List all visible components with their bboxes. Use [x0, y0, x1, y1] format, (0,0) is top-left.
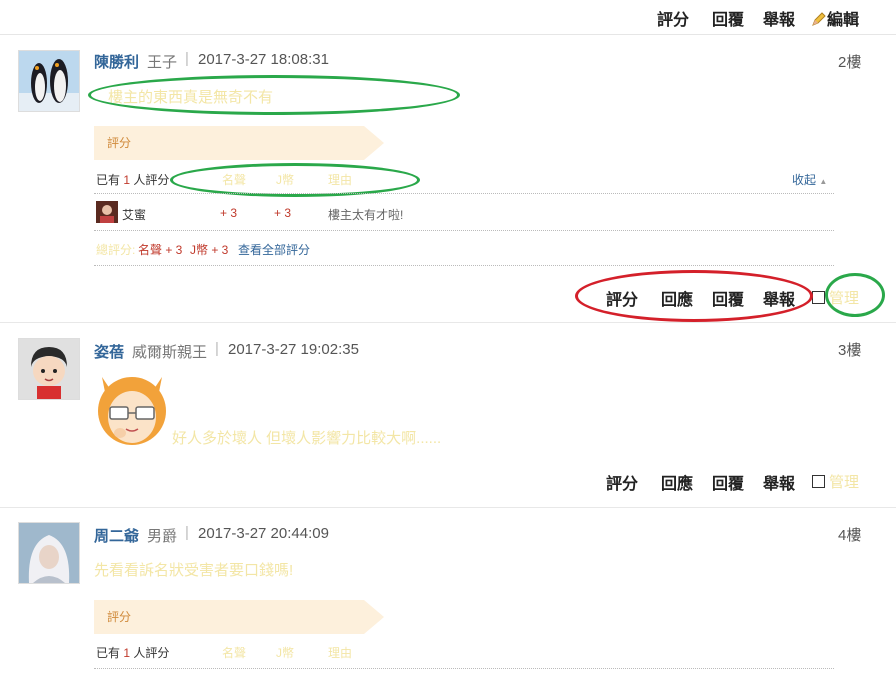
report-button[interactable]: 舉報	[763, 470, 795, 494]
penguins-avatar-image	[19, 51, 79, 111]
manage-checkbox[interactable]	[812, 475, 825, 488]
rater-avatar[interactable]	[96, 201, 118, 223]
post-username[interactable]: 姿蓓	[94, 341, 124, 362]
cartoon-boy-avatar-image	[19, 339, 79, 399]
manage-checkbox[interactable]	[812, 291, 825, 304]
post-username[interactable]: 周二爺	[94, 525, 139, 546]
rating-count: 1	[123, 646, 131, 660]
white-haired-warrior-avatar-image	[19, 523, 79, 583]
post-floor-number[interactable]: 4樓	[838, 524, 861, 545]
top-report-button[interactable]: 舉報	[763, 6, 795, 30]
manage-link[interactable]: 管理	[829, 471, 859, 492]
top-edit-label: 編輯	[827, 12, 860, 29]
post-floor-number[interactable]: 2樓	[838, 51, 861, 72]
respond-button[interactable]: 回應	[661, 470, 693, 494]
post-floor-2: 陳勝利 王子 | 2017-3-27 18:08:31 2樓 樓主的東西真是無奇…	[0, 35, 896, 323]
post-user-title: 王子	[147, 54, 178, 71]
red-highlight-oval	[575, 270, 813, 322]
rating-banner-label: 評分	[107, 610, 132, 624]
view-all-ratings-link[interactable]: 查看全部評分	[238, 241, 310, 258]
post-floor-number[interactable]: 3樓	[838, 339, 861, 360]
divider: |	[185, 50, 189, 67]
rating-banner: 評分	[94, 126, 384, 160]
post-floor-4: 周二爺 男爵 | 2017-3-27 20:44:09 4樓 先看看訴名狀受害者…	[0, 508, 896, 677]
pencil-icon	[812, 12, 826, 26]
chevron-up-icon: ▲	[819, 177, 828, 186]
rater-name[interactable]: 艾蜜	[122, 206, 146, 223]
post-content: 先看看訴名狀受害者要口錢嗎!	[94, 562, 294, 579]
rating-banner-label: 評分	[107, 136, 132, 150]
post-user-title: 威爾斯親王	[132, 344, 208, 361]
top-rate-button[interactable]: 評分	[657, 6, 689, 30]
divider	[94, 193, 834, 194]
green-highlight-oval	[170, 163, 420, 197]
rater-avatar-image	[96, 201, 118, 223]
green-highlight-oval	[825, 273, 885, 317]
collapse-link[interactable]: 收起 ▲	[792, 171, 827, 188]
post-floor-3: 姿蓓 威爾斯親王 | 2017-3-27 19:02:35 3樓 好人多於壞人 …	[0, 323, 896, 508]
post-date: 2017-3-27 18:08:31	[198, 51, 329, 68]
rater-coin: + 3	[274, 206, 292, 220]
divider	[94, 668, 834, 669]
col-fame: 名聲	[222, 646, 247, 660]
cat-girl-emoticon	[98, 377, 166, 445]
total-rating-label: 總評分:	[96, 243, 136, 257]
rating-summary: 已有 1 人評分	[96, 173, 170, 187]
banner-shape	[94, 600, 384, 634]
post-date: 2017-3-27 19:02:35	[228, 341, 359, 358]
divider	[94, 230, 834, 231]
rating-count: 1	[123, 173, 131, 187]
avatar[interactable]	[18, 50, 80, 112]
top-edit-button[interactable]: 編輯	[811, 6, 859, 30]
post-username[interactable]: 陳勝利	[94, 51, 139, 72]
top-reply-button[interactable]: 回覆	[712, 6, 744, 30]
rating-summary: 已有 1 人評分	[96, 646, 170, 660]
post-content: 好人多於壞人 但壞人影響力比較大啊......	[172, 430, 442, 447]
rate-button[interactable]: 評分	[606, 470, 638, 494]
overlay-mask	[762, 634, 896, 677]
post-date: 2017-3-27 20:44:09	[198, 525, 329, 542]
avatar[interactable]	[18, 522, 80, 584]
total-coin: J幣 + 3	[190, 243, 229, 257]
divider: |	[215, 340, 219, 357]
top-action-bar: 評分 回覆 舉報 編輯	[0, 0, 896, 35]
total-fame: 名聲 + 3	[138, 243, 183, 257]
green-highlight-oval	[88, 75, 460, 115]
avatar[interactable]	[18, 338, 80, 400]
rater-fame: + 3	[220, 206, 238, 220]
divider: |	[185, 524, 189, 541]
rating-banner: 評分	[94, 600, 384, 634]
reply-button[interactable]: 回覆	[712, 470, 744, 494]
col-coin: J幣	[276, 646, 295, 660]
col-reason: 理由	[328, 646, 353, 660]
emoticon-image	[96, 367, 168, 445]
rater-reason: 樓主太有才啦!	[328, 208, 404, 222]
banner-shape	[94, 126, 384, 160]
divider	[94, 265, 834, 266]
post-user-title: 男爵	[147, 528, 178, 545]
